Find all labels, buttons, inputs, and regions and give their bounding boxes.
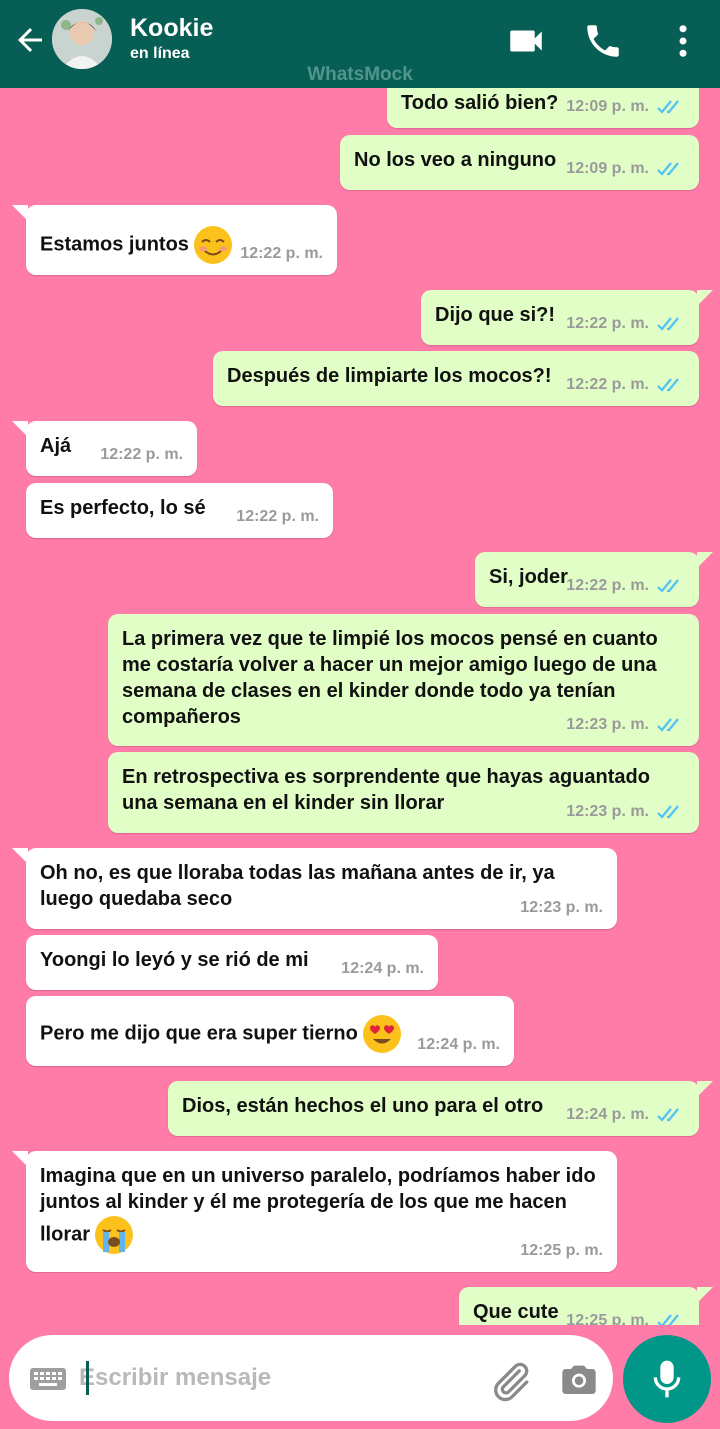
message-bubble-incoming[interactable]: Oh no, es que lloraba todas las mañana a…: [12, 848, 617, 929]
message-text: Todo salió bien?: [401, 92, 559, 114]
message-text: Dios, están hechos el uno para el otro: [182, 1095, 544, 1117]
message-bubble-outgoing[interactable]: Que cute 12:25 p. m.: [459, 1287, 713, 1325]
double-check-icon: [657, 317, 679, 331]
phone-icon[interactable]: [582, 20, 624, 62]
message-bubble-outgoing[interactable]: No los veo a ninguno 12:09 p. m.: [340, 135, 699, 190]
message-time: 12:09 p. m.: [566, 98, 649, 115]
message-time: 12:22 p. m.: [100, 446, 183, 463]
double-check-icon: [657, 1108, 679, 1122]
message-time: 12:22 p. m.: [566, 315, 649, 332]
message-time: 12:23 p. m.: [566, 716, 649, 733]
message-bubble-incoming[interactable]: Ajá 12:22 p. m.: [12, 421, 197, 476]
message-composer: [9, 1335, 613, 1421]
watermark: WhatsMock: [307, 64, 413, 85]
avatar[interactable]: [52, 9, 112, 69]
message-text: Estamos juntos: [40, 233, 189, 256]
message-bubble-incoming[interactable]: Es perfecto, lo sé 12:22 p. m.: [26, 483, 333, 538]
double-check-icon: [657, 718, 679, 732]
chat-area: Todo salió bien? 12:09 p. m. No los veo …: [0, 88, 720, 1325]
message-bubble-outgoing[interactable]: En retrospectiva es sorprendente que hay…: [108, 752, 699, 833]
double-check-icon: [657, 579, 679, 593]
contact-name[interactable]: Kookie: [130, 14, 213, 43]
message-bubble-outgoing[interactable]: Si, joder 12:22 p. m.: [475, 552, 713, 607]
message-input[interactable]: [79, 1361, 469, 1395]
double-check-icon: [657, 378, 679, 392]
double-check-icon: [657, 162, 679, 176]
contact-status: en línea: [130, 45, 190, 62]
message-text: Ajá: [40, 435, 72, 457]
message-bubble-incoming[interactable]: Yoongi lo leyó y se rió de mi 12:24 p. m…: [26, 935, 438, 990]
camera-icon[interactable]: [559, 1359, 599, 1399]
message-time: 12:23 p. m.: [520, 899, 603, 916]
message-time: 12:09 p. m.: [566, 160, 649, 177]
message-text: Oh no, es que lloraba todas las mañana a…: [40, 862, 555, 910]
back-arrow-icon[interactable]: [12, 22, 48, 58]
message-bubble-outgoing[interactable]: Dios, están hechos el uno para el otro 1…: [168, 1081, 713, 1136]
message-time: 12:22 p. m.: [566, 376, 649, 393]
mic-button[interactable]: [623, 1335, 711, 1423]
double-check-icon: [657, 1314, 679, 1325]
message-time: 12:22 p. m.: [240, 245, 323, 262]
message-text: Si, joder: [489, 566, 568, 588]
double-check-icon: [657, 805, 679, 819]
smiling-blush-emoji: [193, 226, 232, 264]
message-bubble-incoming[interactable]: Estamos juntos 12:22 p. m.: [12, 205, 337, 275]
message-text: Que cute: [473, 1301, 559, 1323]
keyboard-icon[interactable]: [29, 1361, 67, 1395]
message-bubble-outgoing[interactable]: Después de limpiarte los mocos?! 12:22 p…: [213, 351, 699, 406]
mic-icon: [653, 1360, 681, 1398]
message-text: Pero me dijo que era super tierno: [40, 1022, 358, 1045]
message-bubble-outgoing[interactable]: La primera vez que te limpié los mocos p…: [108, 614, 699, 746]
video-call-icon[interactable]: [505, 20, 547, 62]
message-text: Después de limpiarte los mocos?!: [227, 365, 552, 387]
message-time: 12:22 p. m.: [566, 577, 649, 594]
message-text: No los veo a ninguno: [354, 149, 557, 171]
heart-eyes-emoji: [362, 1015, 401, 1053]
double-check-icon: [657, 100, 679, 114]
message-text: Es perfecto, lo sé: [40, 497, 206, 519]
crying-emoji: [95, 1216, 134, 1254]
message-text: Dijo que si?!: [435, 304, 555, 326]
message-bubble-incoming[interactable]: Imagina que en un universo paralelo, pod…: [12, 1151, 617, 1272]
more-options-icon[interactable]: [662, 20, 704, 62]
message-time: 12:24 p. m.: [341, 960, 424, 977]
message-bubble-outgoing[interactable]: Dijo que si?! 12:22 p. m.: [421, 290, 713, 345]
message-time: 12:22 p. m.: [236, 508, 319, 525]
message-time: 12:24 p. m.: [566, 1106, 649, 1123]
message-text: Yoongi lo leyó y se rió de mi: [40, 949, 309, 971]
text-caret: [86, 1361, 89, 1395]
message-time: 12:23 p. m.: [566, 803, 649, 820]
message-time: 12:24 p. m.: [417, 1036, 500, 1053]
message-bubble-incoming[interactable]: Pero me dijo que era super tierno 12:24 …: [26, 996, 514, 1066]
message-time: 12:25 p. m.: [520, 1242, 603, 1259]
message-time: 12:25 p. m.: [566, 1312, 649, 1325]
attach-icon[interactable]: [489, 1359, 533, 1403]
message-bubble-outgoing[interactable]: Todo salió bien? 12:09 p. m.: [387, 88, 699, 128]
